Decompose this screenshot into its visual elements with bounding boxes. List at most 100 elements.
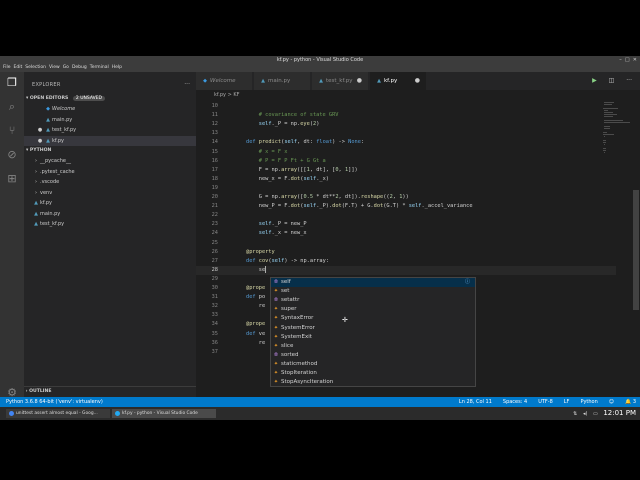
suggestion-item[interactable]: ✦ StopIteration: [271, 369, 475, 378]
menu-selection[interactable]: Selection: [25, 65, 46, 70]
suggestion-item[interactable]: ✦ StopAsyncIteration: [271, 378, 475, 387]
menu-debug[interactable]: Debug: [72, 65, 87, 70]
folder-header[interactable]: ▾ PYTHON: [26, 148, 51, 153]
open-editor-item[interactable]: ● ▲ kf.py: [24, 135, 196, 146]
code-line[interactable]: 26 @property: [196, 248, 616, 257]
outline-header[interactable]: › OUTLINE: [24, 386, 196, 397]
code-line[interactable]: 19: [196, 184, 616, 193]
menu-edit[interactable]: Edit: [14, 65, 23, 70]
file-item[interactable]: ▲ kf.py: [24, 198, 196, 208]
code-text[interactable]: def ve: [246, 330, 265, 339]
open-editor-item[interactable]: ◆ Welcome: [24, 104, 196, 114]
source-control-icon[interactable]: ⑂: [5, 124, 19, 138]
run-icon[interactable]: ▶: [592, 77, 597, 84]
code-line[interactable]: 21 new_P = F.dot(self._P).dot(F.T) + G.d…: [196, 202, 616, 211]
code-text[interactable]: def po: [246, 293, 265, 302]
code-text[interactable]: self._P = new_P: [246, 220, 307, 229]
taskbar-app-vscode[interactable]: kf.py - python - Visual Studio Code: [112, 409, 216, 418]
tab-main-py[interactable]: ▲ main.py: [254, 72, 311, 90]
code-text[interactable]: # x = F x: [246, 148, 288, 157]
unsaved-dot-icon[interactable]: ●: [357, 72, 362, 90]
suggestion-item[interactable]: ✦ slice: [271, 342, 475, 351]
code-text[interactable]: # P = F P Ft + G Gt a: [246, 157, 326, 166]
suggestion-item[interactable]: ⦾ sorted: [271, 351, 475, 360]
code-line[interactable]: 15 # x = F x: [196, 148, 616, 157]
code-line[interactable]: 11 # covariance of state GRV: [196, 111, 616, 120]
suggestion-item[interactable]: ✦ SystemExit: [271, 333, 475, 342]
folder-item[interactable]: › venv: [24, 188, 196, 198]
code-text[interactable]: re: [246, 302, 265, 311]
suggestion-item[interactable]: ✦ staticmethod: [271, 360, 475, 369]
code-text[interactable]: G = np.array([0.5 * dt**2, dt]).reshape(…: [246, 193, 409, 202]
tab-test_kf-py[interactable]: ▲ test_kf.py ●: [312, 72, 369, 90]
status-item[interactable]: Spaces: 4: [503, 399, 527, 405]
code-line[interactable]: 20 G = np.array([0.5 * dt**2, dt]).resha…: [196, 193, 616, 202]
editor-scrollbar[interactable]: [632, 100, 640, 402]
info-icon[interactable]: ⓘ: [465, 278, 470, 287]
breadcrumb[interactable]: kf.py > KF: [196, 90, 640, 100]
battery-icon[interactable]: ▭: [593, 411, 598, 417]
code-line[interactable]: 25: [196, 239, 616, 248]
suggestion-item[interactable]: ✦ super: [271, 305, 475, 314]
open-editor-item[interactable]: ● ▲ test_kf.py: [24, 125, 196, 135]
taskbar-app-browser[interactable]: unittest assert almost equal - Goog...: [6, 409, 110, 418]
debug-icon[interactable]: ⊘: [5, 148, 19, 162]
code-line[interactable]: 22: [196, 211, 616, 220]
feedback-icon[interactable]: ☺: [609, 399, 614, 405]
scroll-thumb[interactable]: [633, 190, 639, 310]
code-text[interactable]: @property: [246, 248, 275, 257]
code-line[interactable]: 10: [196, 102, 616, 111]
unsaved-dot-icon[interactable]: ●: [36, 136, 44, 146]
suggestion-item[interactable]: ✦ SystemError: [271, 324, 475, 333]
code-text[interactable]: se: [246, 265, 267, 275]
network-icon[interactable]: ⇅: [573, 411, 577, 417]
code-line[interactable]: 17 F = np.array([[1, dt], [0, 1]]): [196, 166, 616, 175]
menu-help[interactable]: Help: [112, 65, 122, 70]
open-editor-item[interactable]: ▲ main.py: [24, 115, 196, 125]
status-item[interactable]: Ln 28, Col 11: [459, 399, 492, 405]
tab-welcome[interactable]: ◆ Welcome: [196, 72, 253, 90]
code-text[interactable]: self._x = new_x: [246, 229, 307, 238]
tab-kf-py[interactable]: ▲ kf.py ●: [370, 72, 427, 90]
suggestion-item[interactable]: ✦ SyntaxError: [271, 314, 475, 323]
search-icon[interactable]: ⌕: [5, 100, 19, 114]
clock[interactable]: 12:01 PM: [603, 409, 636, 417]
code-line[interactable]: 23 self._P = new_P: [196, 220, 616, 229]
code-text[interactable]: # covariance of state GRV: [246, 111, 339, 120]
menu-terminal[interactable]: Terminal: [90, 65, 109, 70]
code-text[interactable]: def predict(self, dt: float) -> None:: [246, 138, 364, 147]
file-item[interactable]: ▲ test_kf.py: [24, 219, 196, 229]
menu-file[interactable]: File: [3, 65, 11, 70]
folder-item[interactable]: › .vscode: [24, 177, 196, 187]
extensions-icon[interactable]: ⊞: [5, 172, 19, 186]
code-text[interactable]: new_x = F.dot(self._x): [246, 175, 329, 184]
code-text[interactable]: new_P = F.dot(self._P).dot(F.T) + G.dot(…: [246, 202, 473, 211]
notifications-count[interactable]: 🔔 3: [625, 399, 636, 405]
code-line[interactable]: 28 se: [196, 265, 616, 275]
menu-view[interactable]: View: [49, 65, 60, 70]
status-item[interactable]: UTF-8: [538, 399, 553, 405]
code-text[interactable]: self._P = np.eye(2): [246, 120, 320, 129]
code-line[interactable]: 13: [196, 129, 616, 138]
minimap[interactable]: [602, 100, 632, 160]
code-line[interactable]: 18 new_x = F.dot(self._x): [196, 175, 616, 184]
unsaved-dot-icon[interactable]: ●: [415, 72, 420, 90]
suggestion-item[interactable]: ✦ set: [271, 287, 475, 296]
file-item[interactable]: ▲ main.py: [24, 209, 196, 219]
code-line[interactable]: 27 def cov(self) -> np.array:: [196, 257, 616, 266]
split-editor-icon[interactable]: ◫: [609, 77, 615, 84]
python-interpreter[interactable]: Python 3.6.8 64-bit ('venv': virtualenv): [6, 397, 103, 407]
folder-item[interactable]: › .pytest_cache: [24, 167, 196, 177]
window-controls[interactable]: – □ ✕: [619, 56, 637, 64]
code-line[interactable]: 16 # P = F P Ft + G Gt a: [196, 157, 616, 166]
more-actions-icon[interactable]: ···: [184, 81, 190, 88]
code-text[interactable]: re: [246, 339, 265, 348]
more-icon[interactable]: ···: [626, 77, 632, 84]
code-text[interactable]: @prope: [246, 284, 265, 293]
code-text[interactable]: F = np.array([[1, dt], [0, 1]]): [246, 166, 358, 175]
files-icon[interactable]: ❐: [5, 76, 19, 90]
suggestion-item[interactable]: ⦾ setattr: [271, 296, 475, 305]
code-text[interactable]: def cov(self) -> np.array:: [246, 257, 329, 266]
volume-icon[interactable]: ◂): [583, 411, 587, 417]
autocomplete-popup[interactable]: ⦾ self ⓘ ✦ set ⦾ setattr ✦ super ✦ SyntaxError ✦ Sys…: [270, 277, 476, 387]
